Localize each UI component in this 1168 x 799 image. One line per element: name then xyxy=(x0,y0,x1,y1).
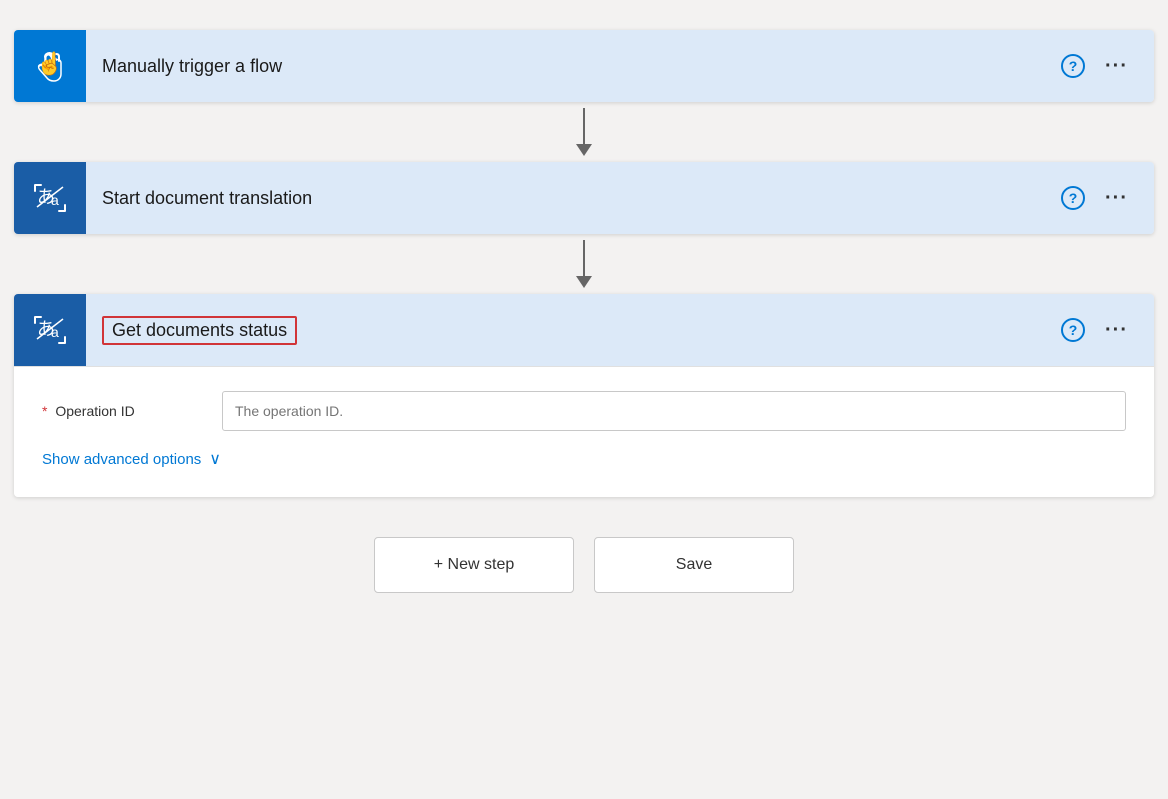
start-translation-more-button[interactable]: ··· xyxy=(1097,183,1136,214)
trigger-more-button[interactable]: ··· xyxy=(1097,51,1136,82)
get-status-more-button[interactable]: ··· xyxy=(1097,315,1136,346)
operation-id-label-text: Operation ID xyxy=(55,403,134,419)
step-start-translation-header: あ a Start document translation ? ··· xyxy=(14,162,1154,234)
arrow-1-head xyxy=(576,144,592,156)
save-button[interactable]: Save xyxy=(594,537,794,593)
bottom-actions: + New step Save xyxy=(374,537,794,593)
arrow-1-line xyxy=(583,108,585,144)
get-status-help-button[interactable]: ? xyxy=(1061,318,1085,342)
step-trigger: ☝ Manually trigger a flow ? ··· xyxy=(14,30,1154,102)
start-translation-help-button[interactable]: ? xyxy=(1061,186,1085,210)
operation-id-label: * Operation ID xyxy=(42,403,222,419)
show-advanced-button[interactable]: Show advanced options ∨ xyxy=(42,449,221,469)
arrow-2-line xyxy=(583,240,585,276)
start-translation-icon: あ a xyxy=(14,162,86,234)
step-get-status: あ a Get documents status ? ··· * Ope xyxy=(14,294,1154,497)
trigger-svg: ☝ xyxy=(31,47,69,85)
get-status-step-title: Get documents status xyxy=(86,316,1061,345)
arrow-2-head xyxy=(576,276,592,288)
translate-svg-1: あ a xyxy=(29,177,71,219)
new-step-button[interactable]: + New step xyxy=(374,537,574,593)
arrow-2 xyxy=(576,234,592,294)
show-advanced-label: Show advanced options xyxy=(42,451,201,468)
operation-id-required-star: * xyxy=(42,403,47,419)
arrow-1 xyxy=(576,102,592,162)
step-start-translation: あ a Start document translation ? ··· xyxy=(14,162,1154,234)
trigger-icon: ☝ xyxy=(14,30,86,102)
get-status-title-text: Get documents status xyxy=(102,316,297,345)
start-translation-step-actions: ? ··· xyxy=(1061,183,1154,214)
operation-id-row: * Operation ID xyxy=(42,391,1126,431)
trigger-step-title: Manually trigger a flow xyxy=(86,56,1061,77)
start-translation-step-title: Start document translation xyxy=(86,188,1061,209)
get-status-icon: あ a xyxy=(14,294,86,366)
translate-svg-2: あ a xyxy=(29,309,71,351)
step-get-status-body: * Operation ID Show advanced options ∨ xyxy=(14,366,1154,497)
trigger-step-actions: ? ··· xyxy=(1061,51,1154,82)
operation-id-input[interactable] xyxy=(222,391,1126,431)
step-trigger-header: ☝ Manually trigger a flow ? ··· xyxy=(14,30,1154,102)
flow-container: ☝ Manually trigger a flow ? ··· あ a xyxy=(14,30,1154,593)
step-get-status-header: あ a Get documents status ? ··· xyxy=(14,294,1154,366)
trigger-help-button[interactable]: ? xyxy=(1061,54,1085,78)
chevron-down-icon: ∨ xyxy=(209,449,221,469)
get-status-step-actions: ? ··· xyxy=(1061,315,1154,346)
svg-text:☝: ☝ xyxy=(36,50,63,77)
